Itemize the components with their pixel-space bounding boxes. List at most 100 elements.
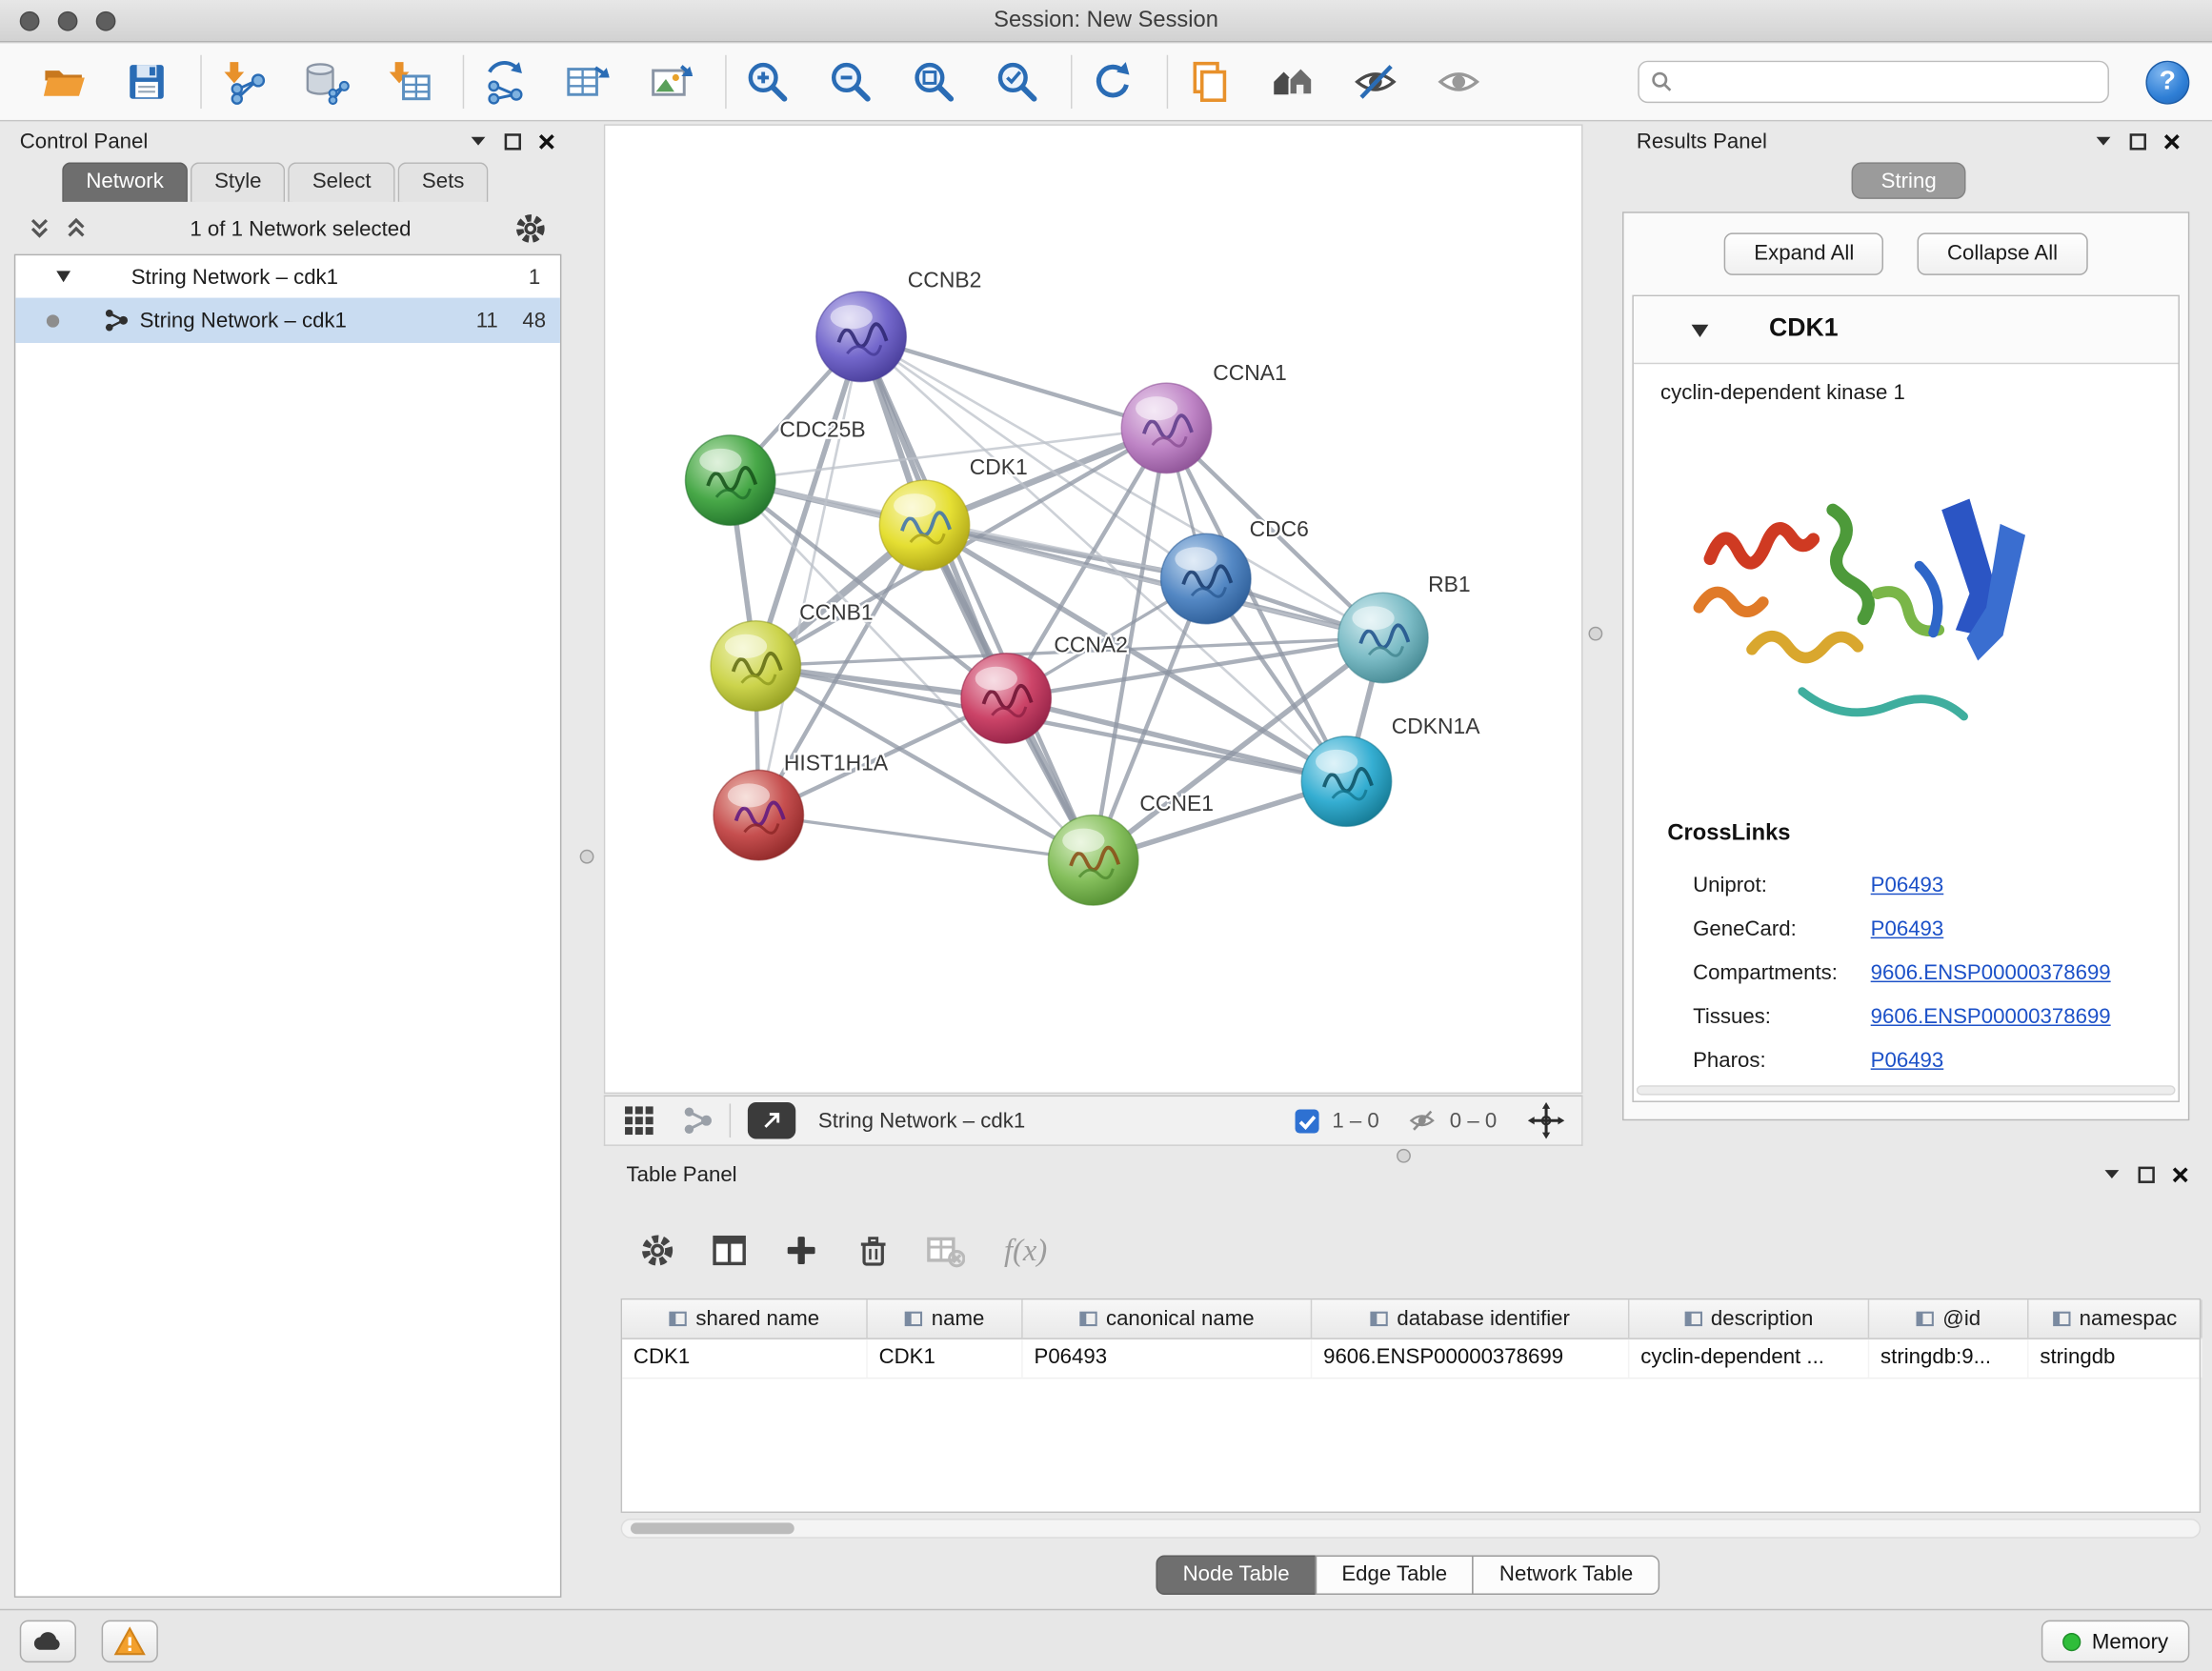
grid-view-icon[interactable] <box>622 1103 656 1137</box>
save-session-button[interactable] <box>120 53 173 110</box>
zoom-fit-button[interactable] <box>907 53 960 110</box>
panel-close-icon[interactable] <box>537 132 555 151</box>
crosslink-value[interactable]: P06493 <box>1871 874 1944 897</box>
crosslink-value[interactable]: 9606.ENSP00000378699 <box>1871 1005 2111 1029</box>
tab-network[interactable]: Network <box>62 162 188 201</box>
selected-checkbox-icon[interactable] <box>1294 1107 1320 1134</box>
pan-crosshair-icon[interactable] <box>1528 1102 1565 1139</box>
open-session-button[interactable] <box>37 53 90 110</box>
cloud-status-button[interactable] <box>20 1621 76 1662</box>
table-settings-button[interactable] <box>633 1226 681 1274</box>
hidden-eye-icon[interactable] <box>1404 1106 1438 1135</box>
zoom-out-button[interactable] <box>824 53 877 110</box>
warnings-button[interactable] <box>102 1621 158 1662</box>
horizontal-scrollbar[interactable] <box>621 1519 2202 1539</box>
show-all-button[interactable] <box>1432 53 1485 110</box>
panel-menu-icon[interactable] <box>469 132 489 150</box>
gear-icon[interactable] <box>513 211 548 246</box>
network-overview-icon[interactable] <box>681 1105 713 1137</box>
table-cell[interactable]: cyclin-dependent ... <box>1629 1339 1869 1378</box>
function-builder-button[interactable]: f(x) <box>994 1226 1058 1274</box>
collapse-section-icon[interactable] <box>1690 323 1710 338</box>
column-header[interactable]: name <box>868 1299 1023 1338</box>
network-node[interactable] <box>685 435 775 526</box>
panel-close-icon[interactable] <box>2171 1165 2189 1183</box>
hide-selected-button[interactable] <box>1349 53 1402 110</box>
show-columns-button[interactable] <box>705 1226 753 1274</box>
panel-menu-icon[interactable] <box>2094 132 2114 150</box>
panel-close-icon[interactable] <box>2162 132 2181 151</box>
zoom-in-button[interactable] <box>740 53 794 110</box>
network-node[interactable] <box>1301 736 1392 827</box>
collapse-all-icon[interactable] <box>29 216 51 242</box>
export-image-button[interactable] <box>645 53 698 110</box>
network-node[interactable] <box>879 480 970 571</box>
network-node[interactable] <box>711 621 801 712</box>
first-neighbors-button[interactable] <box>1265 53 1318 110</box>
splitter-handle[interactable] <box>1397 1149 1411 1163</box>
tab-edge-table[interactable]: Edge Table <box>1315 1556 1474 1595</box>
column-header[interactable]: database identifier <box>1312 1299 1629 1338</box>
refresh-view-button[interactable] <box>1086 53 1139 110</box>
expand-all-button[interactable]: Expand All <box>1724 232 1883 274</box>
network-graph[interactable]: CCNB2CCNA1CDC25BCDK1CDC6RB1CCNB1CCNA2CDK… <box>605 126 1581 1093</box>
panel-float-icon[interactable] <box>2138 1165 2156 1183</box>
table-row[interactable]: CDK1CDK1P064939606.ENSP00000378699cyclin… <box>622 1339 2200 1379</box>
tab-string[interactable]: String <box>1852 162 1966 199</box>
network-node[interactable] <box>1338 593 1429 683</box>
expander-icon[interactable] <box>55 270 72 284</box>
table-cell[interactable]: CDK1 <box>622 1339 868 1378</box>
network-node[interactable] <box>1161 534 1252 624</box>
network-collection-row[interactable]: String Network – cdk1 1 <box>15 255 560 297</box>
network-node[interactable] <box>816 292 907 382</box>
column-header[interactable]: canonical name <box>1023 1299 1313 1338</box>
protein-card-header[interactable]: CDK1 <box>1634 296 2179 364</box>
splitter-handle[interactable] <box>580 850 594 864</box>
tab-node-table[interactable]: Node Table <box>1156 1556 1316 1595</box>
import-network-from-database-button[interactable] <box>299 53 352 110</box>
column-header[interactable]: shared name <box>622 1299 868 1338</box>
table-cell[interactable]: 9606.ENSP00000378699 <box>1312 1339 1629 1378</box>
crosslink-value[interactable]: 9606.ENSP00000378699 <box>1871 961 2111 985</box>
tab-style[interactable]: Style <box>191 162 286 201</box>
network-node[interactable] <box>1121 383 1212 473</box>
column-header[interactable]: description <box>1629 1299 1869 1338</box>
panel-float-icon[interactable] <box>2129 132 2147 151</box>
duplicate-network-button[interactable] <box>1182 53 1236 110</box>
splitter-handle[interactable] <box>1588 627 1602 641</box>
import-table-from-file-button[interactable] <box>382 53 435 110</box>
delete-column-button[interactable] <box>850 1226 897 1274</box>
network-view[interactable]: CCNB2CCNA1CDC25BCDK1CDC6RB1CCNB1CCNA2CDK… <box>604 124 1583 1094</box>
panel-menu-icon[interactable] <box>2102 1166 2122 1183</box>
search-input[interactable] <box>1681 70 2096 93</box>
column-header[interactable]: namespac <box>2029 1299 2202 1338</box>
network-row[interactable]: String Network – cdk1 11 48 <box>15 298 560 343</box>
crosslink-value[interactable]: P06493 <box>1871 917 1944 941</box>
table-cell[interactable]: stringdb <box>2029 1339 2202 1378</box>
search-field[interactable] <box>1638 61 2109 103</box>
table-cell[interactable]: CDK1 <box>868 1339 1023 1378</box>
memory-button[interactable]: Memory <box>2041 1621 2190 1662</box>
help-button[interactable]: ? <box>2145 60 2189 104</box>
add-column-button[interactable] <box>777 1226 825 1274</box>
card-scrollbar[interactable] <box>1637 1085 2176 1095</box>
column-header[interactable]: @id <box>1869 1299 2028 1338</box>
network-node[interactable] <box>1048 815 1138 906</box>
zoom-selected-button[interactable] <box>991 53 1044 110</box>
scrollbar-thumb[interactable] <box>631 1522 794 1534</box>
table-cell[interactable]: stringdb:9... <box>1869 1339 2028 1378</box>
tab-sets[interactable]: Sets <box>398 162 489 201</box>
new-network-button[interactable] <box>478 53 532 110</box>
tab-network-table[interactable]: Network Table <box>1473 1556 1660 1595</box>
panel-float-icon[interactable] <box>504 132 522 151</box>
network-node[interactable] <box>714 770 804 860</box>
title-bar[interactable]: Session: New Session <box>0 0 2212 42</box>
export-table-button[interactable] <box>561 53 614 110</box>
network-node[interactable] <box>961 654 1052 744</box>
open-in-window-button[interactable] <box>748 1102 795 1139</box>
expand-all-icon[interactable] <box>65 216 88 242</box>
crosslink-value[interactable]: P06493 <box>1871 1049 1944 1073</box>
delete-table-button-disabled[interactable] <box>921 1226 969 1274</box>
collapse-all-button[interactable]: Collapse All <box>1918 232 2087 274</box>
table-cell[interactable]: P06493 <box>1023 1339 1313 1378</box>
